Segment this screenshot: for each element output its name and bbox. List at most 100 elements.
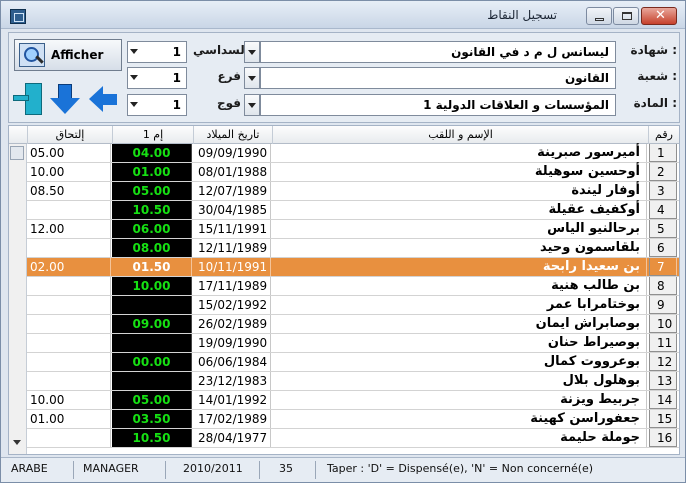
maximize-button[interactable] <box>613 7 639 25</box>
student-name-cell: أوحسين سوهيلة <box>272 163 647 181</box>
exit-button[interactable] <box>13 83 45 115</box>
row-number-cell: 1 <box>649 144 677 162</box>
group-select[interactable]: 1 <box>127 94 187 116</box>
move-down-button[interactable] <box>49 83 81 115</box>
exam1-grade-cell[interactable]: 03.50 <box>112 410 192 428</box>
table-row[interactable]: 23/12/1983 بوهلول بلال 13 <box>27 372 679 391</box>
scroll-thumb[interactable] <box>10 146 24 160</box>
display-button[interactable]: Afficher <box>14 39 122 71</box>
table-row[interactable]: 02.00 01.50 10/11/1991 بن سعيدا رابحة 7 <box>27 258 679 277</box>
diploma-label: شهادة : <box>630 43 677 57</box>
birthdate-cell: 17/02/1989 <box>193 410 271 428</box>
enrollment-grade-cell[interactable] <box>27 201 111 219</box>
close-button[interactable]: ✕ <box>641 7 677 25</box>
exam1-grade-cell[interactable]: 10.00 <box>112 277 192 295</box>
column-header-enrollment[interactable]: إلتحاق <box>27 126 112 144</box>
student-name-cell: بن سعيدا رابحة <box>272 258 647 276</box>
exam1-grade-cell[interactable] <box>112 334 192 352</box>
title-bar: تسجيل النقاط ✕ <box>1 1 685 29</box>
exam1-grade-cell[interactable]: 10.50 <box>112 429 192 447</box>
enrollment-grade-cell[interactable]: 12.00 <box>27 220 111 238</box>
back-button[interactable] <box>89 85 121 117</box>
row-number-cell: 14 <box>649 391 677 409</box>
subject-label: المادة : <box>633 96 677 110</box>
diploma-dropdown-button[interactable] <box>244 41 260 63</box>
exam1-grade-cell[interactable]: 08.00 <box>112 239 192 257</box>
table-row[interactable]: 15/02/1992 بوختامرابا عمر 9 <box>27 296 679 315</box>
exam1-grade-cell[interactable]: 05.00 <box>112 391 192 409</box>
status-bar: ARABE MANAGER 2010/2011 35 Taper : 'D' =… <box>1 457 685 482</box>
subject-field[interactable]: المؤسسات و العلاقات الدولية 1 <box>260 94 616 116</box>
column-header-number[interactable]: رقم <box>648 126 679 144</box>
arrow-left-icon <box>101 94 117 105</box>
enrollment-grade-cell[interactable] <box>27 296 111 314</box>
column-header-name[interactable]: الإسم و اللقب <box>272 126 648 144</box>
subject-dropdown-button[interactable] <box>244 94 260 116</box>
diploma-field[interactable]: ليسانس ل م د في القانون <box>260 41 616 63</box>
enrollment-grade-cell[interactable] <box>27 429 111 447</box>
status-year: 2010/2011 <box>183 462 243 475</box>
exam1-grade-cell[interactable]: 01.50 <box>112 258 192 276</box>
row-number-cell: 10 <box>649 315 677 333</box>
table-row[interactable]: 08.50 05.00 12/07/1989 أوفار ليندة 3 <box>27 182 679 201</box>
scroll-down-icon[interactable] <box>13 440 21 445</box>
group-value: 1 <box>172 98 181 112</box>
exam1-grade-cell[interactable]: 09.00 <box>112 315 192 333</box>
table-row[interactable]: 12.00 06.00 15/11/1991 برحالنيو الياس 5 <box>27 220 679 239</box>
status-separator <box>259 461 260 479</box>
birthdate-cell: 10/11/1991 <box>193 258 271 276</box>
exam1-grade-cell[interactable]: 04.00 <box>112 144 192 162</box>
table-row[interactable]: 09.00 26/02/1989 بوصابراش ايمان 10 <box>27 315 679 334</box>
enrollment-grade-cell[interactable]: 10.00 <box>27 163 111 181</box>
table-row[interactable]: 10.00 17/11/1989 بن طالب هنية 8 <box>27 277 679 296</box>
enrollment-grade-cell[interactable]: 08.50 <box>27 182 111 200</box>
semester-select[interactable]: 1 <box>127 41 187 63</box>
row-number-cell: 5 <box>649 220 677 238</box>
enrollment-grade-cell[interactable]: 01.00 <box>27 410 111 428</box>
student-name-cell: برحالنيو الياس <box>272 220 647 238</box>
exam1-grade-cell[interactable]: 00.00 <box>112 353 192 371</box>
branch-field[interactable]: القانون <box>260 67 616 89</box>
status-separator <box>165 461 166 479</box>
exam1-grade-cell[interactable] <box>112 296 192 314</box>
table-row[interactable]: 10.00 01.00 08/01/1988 أوحسين سوهيلة 2 <box>27 163 679 182</box>
semester-label: السداسي <box>193 43 249 57</box>
enrollment-grade-cell[interactable] <box>27 372 111 390</box>
exam1-grade-cell[interactable]: 01.00 <box>112 163 192 181</box>
minimize-button[interactable] <box>586 7 612 25</box>
section-select[interactable]: 1 <box>127 67 187 89</box>
column-header-birthdate[interactable]: تاريخ الميلاد <box>193 126 272 144</box>
enrollment-grade-cell[interactable] <box>27 277 111 295</box>
column-header-exam1[interactable]: إم 1 <box>112 126 193 144</box>
branch-dropdown-button[interactable] <box>244 67 260 89</box>
table-row[interactable]: 01.00 03.50 17/02/1989 جعفوراسن كهينة 15 <box>27 410 679 429</box>
row-number-cell: 6 <box>649 239 677 257</box>
enrollment-grade-cell[interactable] <box>27 334 111 352</box>
birthdate-cell: 30/04/1985 <box>193 201 271 219</box>
table-row[interactable]: 05.00 04.00 09/09/1990 أميرسور صبرينة 1 <box>27 144 679 163</box>
enrollment-grade-cell[interactable]: 10.00 <box>27 391 111 409</box>
status-count: 35 <box>279 462 293 475</box>
exam1-grade-cell[interactable]: 06.00 <box>112 220 192 238</box>
enrollment-grade-cell[interactable] <box>27 315 111 333</box>
enrollment-grade-cell[interactable]: 05.00 <box>27 144 111 162</box>
status-hint: Taper : 'D' = Dispensé(e), 'N' = Non con… <box>327 462 594 475</box>
exam1-grade-cell[interactable] <box>112 372 192 390</box>
table-row[interactable]: 10.00 05.00 14/01/1992 جربيط ويزنة 14 <box>27 391 679 410</box>
table-row[interactable]: 00.00 06/06/1984 بوعرووت كمال 12 <box>27 353 679 372</box>
birthdate-cell: 15/02/1992 <box>193 296 271 314</box>
student-name-cell: أميرسور صبرينة <box>272 144 647 162</box>
enrollment-grade-cell[interactable]: 02.00 <box>27 258 111 276</box>
student-name-cell: أوكفيف عقيلة <box>272 201 647 219</box>
enrollment-grade-cell[interactable] <box>27 353 111 371</box>
table-row[interactable]: 08.00 12/11/1989 بلقاسمون وحيد 6 <box>27 239 679 258</box>
status-separator <box>73 461 74 479</box>
table-row[interactable]: 10.50 28/04/1977 جوملة حليمة 16 <box>27 429 679 448</box>
table-row[interactable]: 10.50 30/04/1985 أوكفيف عقيلة 4 <box>27 201 679 220</box>
table-row[interactable]: 19/09/1990 بوصيراط حنان 11 <box>27 334 679 353</box>
enrollment-grade-cell[interactable] <box>27 239 111 257</box>
exam1-grade-cell[interactable]: 05.00 <box>112 182 192 200</box>
birthdate-cell: 23/12/1983 <box>193 372 271 390</box>
vertical-scrollbar[interactable] <box>9 144 27 454</box>
exam1-grade-cell[interactable]: 10.50 <box>112 201 192 219</box>
